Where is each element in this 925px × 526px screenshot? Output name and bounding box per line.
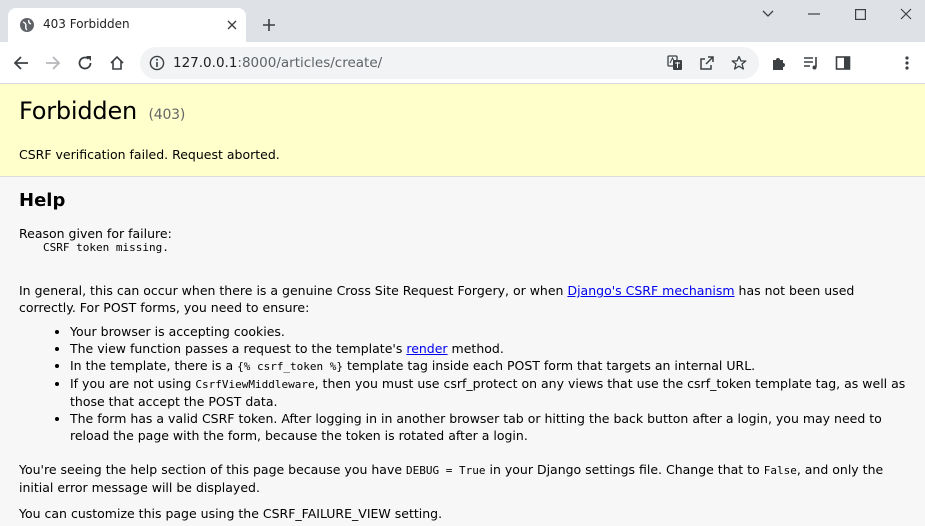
inline-code: {% csrf_token %} [237,360,344,373]
minimize-icon[interactable] [803,4,825,24]
browser-tab[interactable]: 403 Forbidden [8,8,246,42]
debug-text-1: You're seeing the help section of this p… [19,462,407,477]
puzzle-icon[interactable] [768,52,790,74]
debug-paragraph: You're seeing the help section of this p… [19,461,906,496]
general-text-1: In general, this can occur when there is… [19,283,568,298]
django-csrf-link[interactable]: Django's CSRF mechanism [567,283,734,298]
reload-icon[interactable] [74,52,96,74]
item-text: on any views that use the [517,376,688,391]
item-text: In the template, there is a [70,358,238,373]
inline-code: csrf_token [687,376,752,391]
globe-icon [19,17,35,33]
url-text[interactable]: 127.0.0.1:8000/articles/create/ [173,55,382,71]
list-item: The form has a valid CSRF token. After l… [70,410,906,444]
back-arrow-icon[interactable] [10,52,32,74]
list-item: Your browser is accepting cookies. [70,323,906,340]
item-text: to the template's [290,341,407,356]
home-icon[interactable] [106,52,128,74]
close-window-icon[interactable] [895,4,917,24]
inline-code: csrf_protect [443,376,518,391]
forward-arrow-icon[interactable] [42,52,64,74]
list-item: In the template, there is a {% csrf_toke… [70,357,906,375]
page-content: Forbidden (403) CSRF verification failed… [0,84,925,526]
item-text: , then you must use [314,376,444,391]
url-path: :8000/articles/create/ [237,55,383,71]
page-title-text: Forbidden [19,97,138,125]
item-text: If you are not using [70,376,196,391]
media-queue-icon[interactable] [800,52,822,74]
tab-strip: 403 Forbidden [0,0,925,42]
new-tab-icon[interactable] [258,14,280,36]
address-bar[interactable]: 127.0.0.1:8000/articles/create/ [140,47,759,79]
inline-code: False [763,464,797,477]
checklist: Your browser is accepting cookies. The v… [70,323,906,444]
maximize-icon[interactable] [849,4,871,24]
summary-message: CSRF verification failed. Request aborte… [19,147,280,162]
url-host: 127.0.0.1 [173,55,238,71]
tab-search-chevron-icon[interactable] [757,4,779,24]
close-tab-icon[interactable] [223,16,241,34]
render-link[interactable]: render [406,341,447,356]
kebab-menu-icon[interactable] [896,52,918,74]
side-panel-icon[interactable] [832,52,854,74]
page-title: Forbidden (403) [19,97,906,125]
customize-paragraph: You can customize this page using the CS… [19,506,443,521]
error-summary: Forbidden (403) CSRF verification failed… [0,84,925,177]
status-code: (403) [148,107,186,123]
inline-code: CsrfViewMiddleware [195,378,315,391]
debug-text-2: in your Django settings file. Change tha… [485,462,764,477]
tab-title: 403 Forbidden [43,17,130,31]
browser-toolbar: 127.0.0.1:8000/articles/create/ [0,42,925,84]
star-icon[interactable] [729,53,749,73]
inline-code: request [243,341,291,356]
list-item: If you are not using CsrfViewMiddleware,… [70,375,906,410]
item-text: The view function passes a [70,341,244,356]
help-section: Help Reason given for failure: CSRF toke… [0,177,925,522]
general-paragraph: In general, this can occur when there is… [19,282,906,316]
item-text: template tag inside each POST form that … [343,358,756,373]
list-item: The view function passes a request to th… [70,340,906,357]
share-icon[interactable] [697,53,717,73]
help-heading: Help [19,190,66,211]
reason-value: CSRF token missing. [43,241,169,254]
reason-label: Reason given for failure: [19,226,172,241]
info-icon[interactable] [149,55,165,71]
item-text: method. [447,341,504,356]
translate-icon[interactable] [665,53,685,73]
inline-code: DEBUG = True [406,464,486,477]
